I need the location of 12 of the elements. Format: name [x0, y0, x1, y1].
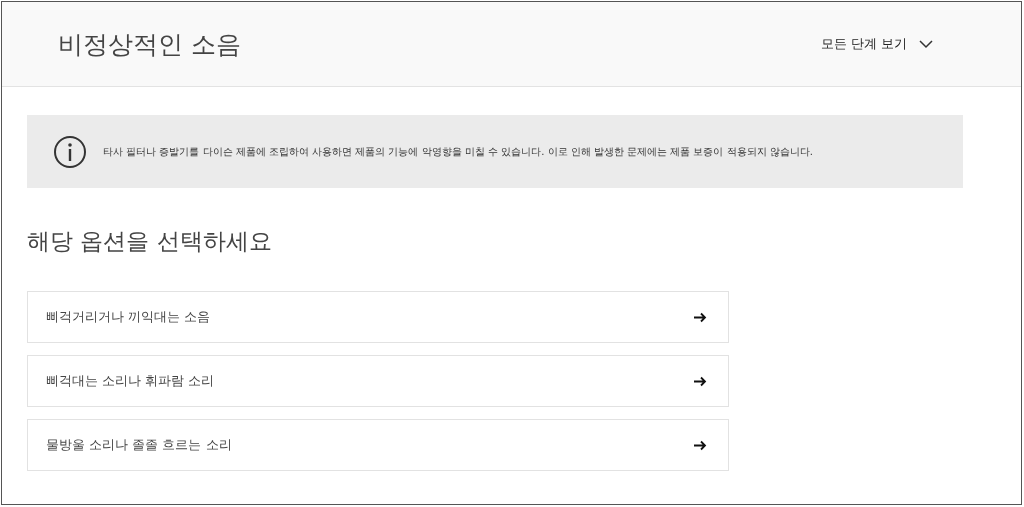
all-steps-dropdown[interactable]: 모든 단계 보기	[820, 35, 933, 53]
notice-text: 타사 필터나 증발기를 다이슨 제품에 조립하여 사용하면 제품의 기능에 악영향을 미칠 수 있습니다. 이로 인해 발생한 문제에는 제품 보증이 적용되지 않습니다.	[103, 144, 813, 159]
info-icon	[53, 134, 87, 169]
section-heading: 해당 옵션을 선택하세요	[27, 227, 273, 256]
chevron-down-icon	[919, 39, 933, 49]
arrow-right-icon	[694, 375, 707, 387]
page-title: 비정상적인 소음	[58, 28, 241, 61]
arrow-right-icon	[694, 439, 707, 451]
option-item[interactable]: 삐걱대는 소리나 휘파람 소리	[27, 355, 729, 407]
option-item[interactable]: 삐걱거리거나 끼익대는 소음	[27, 291, 729, 343]
arrow-right-icon	[694, 311, 707, 323]
option-item[interactable]: 물방울 소리나 졸졸 흐르는 소리	[27, 419, 729, 471]
